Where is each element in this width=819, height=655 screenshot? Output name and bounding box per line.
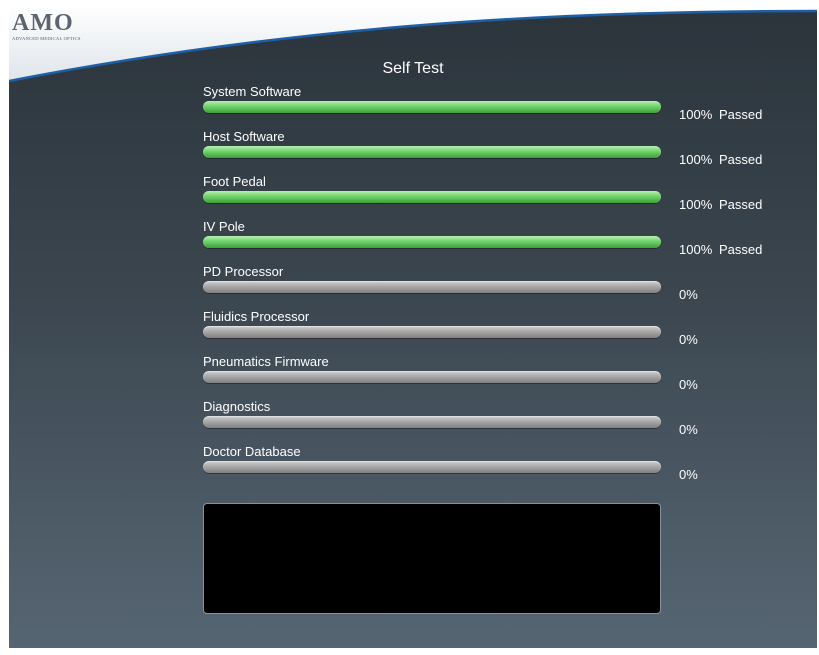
logo-subtitle: ADVANCED MEDICAL OPTICS [12,36,81,41]
progress-bar [203,461,661,473]
test-label: PD Processor [203,264,284,279]
test-label: Pneumatics Firmware [203,354,329,369]
test-row: Pneumatics Firmware 0% [203,354,803,399]
logo-text: AMO [12,10,74,36]
progress-bar [203,236,661,248]
test-row: Host Software 100% Passed [203,129,803,174]
test-row: Doctor Database 0% [203,444,803,489]
self-test-screen: AMO ADVANCED MEDICAL OPTICS Self Test Sy… [9,5,817,648]
message-console [203,503,661,614]
progress-bar [203,281,661,293]
test-row: Foot Pedal 100% Passed [203,174,803,219]
progress-fill [203,236,661,248]
progress-bar [203,371,661,383]
progress-percent: 100% [679,107,713,122]
test-status: Passed [719,242,763,257]
test-label: Doctor Database [203,444,301,459]
amo-logo: AMO ADVANCED MEDICAL OPTICS [12,11,112,41]
test-row: IV Pole 100% Passed [203,219,803,264]
progress-percent: 0% [679,332,698,347]
progress-bar [203,326,661,338]
progress-percent: 100% [679,197,713,212]
test-label: Host Software [203,129,285,144]
progress-fill [203,146,661,158]
page-title: Self Test [382,60,444,77]
progress-percent: 0% [679,467,698,482]
test-row: System Software 100% Passed [203,84,803,129]
test-row: Fluidics Processor 0% [203,309,803,354]
test-row: PD Processor 0% [203,264,803,309]
progress-percent: 0% [679,287,698,302]
progress-bar [203,416,661,428]
test-label: IV Pole [203,219,245,234]
test-row: Diagnostics 0% [203,399,803,444]
test-label: Fluidics Processor [203,309,310,324]
progress-bar [203,191,661,203]
progress-percent: 100% [679,152,713,167]
test-status: Passed [719,197,763,212]
test-label: Foot Pedal [203,174,266,189]
progress-percent: 0% [679,422,698,437]
test-status: Passed [719,107,763,122]
progress-bar [203,146,661,158]
test-status: Passed [719,152,763,167]
progress-fill [203,191,661,203]
progress-percent: 0% [679,377,698,392]
test-label: System Software [203,84,302,99]
test-label: Diagnostics [203,399,271,414]
progress-percent: 100% [679,242,713,257]
progress-fill [203,101,661,113]
progress-bar [203,101,661,113]
